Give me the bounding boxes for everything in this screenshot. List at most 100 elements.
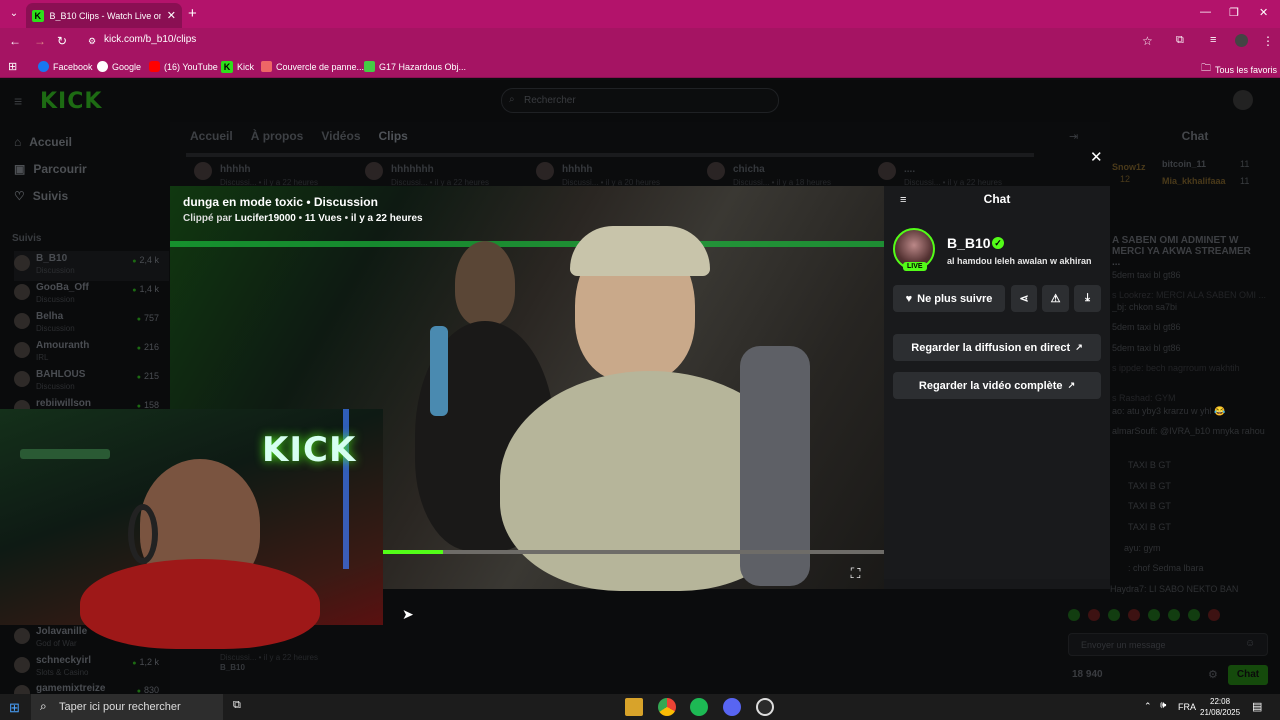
watch-live-label: Regarder la diffusion en direct <box>911 341 1071 354</box>
followed-channel[interactable]: schneckyirl Slots & Casino 1,2 k <box>14 653 169 683</box>
clip-card[interactable]: .... Discussi... • il y a 22 heures <box>878 158 1028 187</box>
followed-channel[interactable]: Amouranth IRL 216 <box>14 338 169 368</box>
share-button[interactable]: ⋖ <box>1011 285 1037 312</box>
taskbar-clock[interactable]: 22:08 21/08/2025 <box>1200 696 1240 718</box>
discord-icon[interactable] <box>723 698 741 716</box>
bookmark-couvercle[interactable]: Couvercle de panne... <box>261 61 364 72</box>
emote-icon[interactable] <box>1068 609 1080 621</box>
clip-title: hhhhh <box>220 164 251 175</box>
followed-channel[interactable]: B_B10 Discussion 2,4 k <box>14 251 169 281</box>
taskbar-search-input[interactable]: Taper ici pour rechercher <box>31 694 223 720</box>
followed-channel[interactable]: Belha Discussion 757 <box>14 309 169 339</box>
task-view-icon[interactable]: ⧉ <box>233 699 241 712</box>
fullscreen-icon[interactable]: ⛶ <box>848 566 863 581</box>
minimize-button[interactable]: — <box>1200 6 1211 18</box>
emote-icon[interactable] <box>1208 609 1220 621</box>
send-chat-button[interactable]: Chat <box>1228 665 1268 685</box>
new-tab-button[interactable]: + <box>188 5 197 22</box>
nav-accueil[interactable]: ⌂ Accueil <box>14 135 72 149</box>
site-search-input[interactable]: Rechercher <box>501 88 779 113</box>
emote-icon[interactable] <box>1108 609 1120 621</box>
report-button[interactable]: ⚠ <box>1042 285 1069 312</box>
video-progress-bar[interactable] <box>383 550 884 554</box>
chat-title: Chat <box>1181 129 1209 143</box>
clip-card[interactable]: chicha Discussi... • il y a 18 heures <box>707 158 867 187</box>
restore-button[interactable]: ❐ <box>1229 6 1239 19</box>
emote-icon[interactable] <box>1168 609 1180 621</box>
tab-clips[interactable]: Clips <box>379 129 408 143</box>
bookmark-youtube[interactable]: (16) YouTube <box>149 61 218 72</box>
clipper-name[interactable]: Lucifer19000 <box>235 213 296 224</box>
file-explorer-icon[interactable] <box>625 698 643 716</box>
bookmark-kick[interactable]: K Kick <box>221 61 254 73</box>
emote-icon[interactable] <box>1148 609 1160 621</box>
apps-grid-icon[interactable]: ⊞ <box>8 60 17 73</box>
media-control-icon[interactable]: ≡ <box>1210 34 1216 46</box>
panel-title: Chat <box>983 192 1011 206</box>
chrome-icon[interactable] <box>658 698 676 716</box>
browser-menu-icon[interactable]: ⋮ <box>1262 34 1274 48</box>
clock-time: 22:08 <box>1210 697 1231 706</box>
bookmark-g17[interactable]: G17 Hazardous Obj... <box>364 61 466 72</box>
followed-channel[interactable]: GooBa_Off Discussion 1,4 k <box>14 280 169 310</box>
watch-full-video-button[interactable]: Regarder la vidéo complète ↗ <box>893 372 1101 399</box>
nav-suivis[interactable]: ♡ Suivis <box>14 189 68 203</box>
emote-icon[interactable] <box>1188 609 1200 621</box>
notifications-icon[interactable]: ▤ <box>1252 700 1262 713</box>
clip-category[interactable]: Discussion <box>314 195 378 209</box>
browser-tab-active[interactable]: K B_B10 Clips - Watch Live on Kick ✕ <box>26 3 182 28</box>
bookmark-star-icon[interactable]: ☆ <box>1142 34 1153 48</box>
channel-category: Discussion <box>36 324 75 333</box>
url-field[interactable]: kick.com/b_b10/clips <box>104 34 196 45</box>
emote-icon[interactable] <box>1128 609 1140 621</box>
tray-chevron-icon[interactable]: ⌃ <box>1144 701 1152 712</box>
app-icon[interactable] <box>756 698 774 716</box>
windows-start-icon[interactable]: ⊞ <box>9 700 20 716</box>
emoji-icon[interactable]: ☺ <box>1245 638 1255 649</box>
followed-channel[interactable]: BAHLOUS Discussion 215 <box>14 367 169 397</box>
extensions-icon[interactable]: ⧉ <box>1176 34 1184 47</box>
nav-parcourir[interactable]: ▣ Parcourir <box>14 162 87 176</box>
tab-search-button[interactable]: ⌄ <box>6 5 22 21</box>
close-window-button[interactable]: ✕ <box>1259 6 1268 19</box>
reload-icon[interactable]: ↻ <box>57 34 67 48</box>
followed-channel[interactable]: gamemixtreize 830 <box>14 681 169 694</box>
spotify-icon[interactable] <box>690 698 708 716</box>
search-icon: ⌕ <box>40 699 47 713</box>
collapse-chat-icon[interactable]: ⇥ <box>1069 130 1078 143</box>
watch-live-button[interactable]: Regarder la diffusion en direct ↗ <box>893 334 1101 361</box>
forward-icon[interactable]: → <box>34 34 46 48</box>
followed-channel[interactable]: rebiiwillson 158 <box>14 396 169 409</box>
tab-accueil[interactable]: Accueil <box>190 129 233 143</box>
back-icon[interactable]: ← <box>9 34 21 48</box>
clip-card[interactable]: hhhhh Discussi... • il y a 22 heures <box>194 158 354 187</box>
profile-avatar[interactable] <box>1235 34 1248 47</box>
kick-logo[interactable]: KICK <box>40 89 102 114</box>
tab-close-icon[interactable]: ✕ <box>167 9 176 22</box>
channel-name[interactable]: B_B10 <box>947 235 991 251</box>
all-bookmarks[interactable]: 🗀 Tous les favoris <box>1201 61 1277 78</box>
bookmark-label: Facebook <box>53 61 93 72</box>
volume-icon[interactable]: 🕪 <box>1160 700 1166 711</box>
download-button[interactable]: ⤓ <box>1074 285 1101 312</box>
clip-card[interactable]: hhhhh Discussi... • il y a 20 heures <box>536 158 696 187</box>
bookmark-google[interactable]: Google <box>97 61 141 72</box>
emote-icon[interactable] <box>1088 609 1100 621</box>
warning-icon: ⚠ <box>1050 293 1061 305</box>
user-avatar[interactable] <box>1233 90 1253 110</box>
tab-a-propos[interactable]: À propos <box>251 129 304 143</box>
chat-message-input[interactable]: Envoyer un message <box>1068 633 1268 656</box>
hamburger-icon[interactable]: ≡ <box>14 93 22 109</box>
tab-videos[interactable]: Vidéos <box>321 129 360 143</box>
chat-message: TAXI B GT <box>1128 522 1171 532</box>
site-icon <box>261 61 272 72</box>
close-modal-icon[interactable]: ✕ <box>1090 148 1103 166</box>
clip-card[interactable]: hhhhhhh Discussi... • il y a 22 heures <box>365 158 525 187</box>
chat-settings-icon[interactable]: ⚙ <box>1208 668 1218 681</box>
bookmark-facebook[interactable]: Facebook <box>38 61 93 72</box>
unfollow-button[interactable]: ♥ Ne plus suivre <box>893 285 1005 312</box>
language-indicator[interactable]: FRA <box>1178 702 1196 712</box>
chat-message: Haydra7: LI SABO NEKTO BAN <box>1110 584 1239 594</box>
bookmark-label: Couvercle de panne... <box>276 61 365 72</box>
site-info-icon[interactable]: ⚙ <box>88 36 96 47</box>
